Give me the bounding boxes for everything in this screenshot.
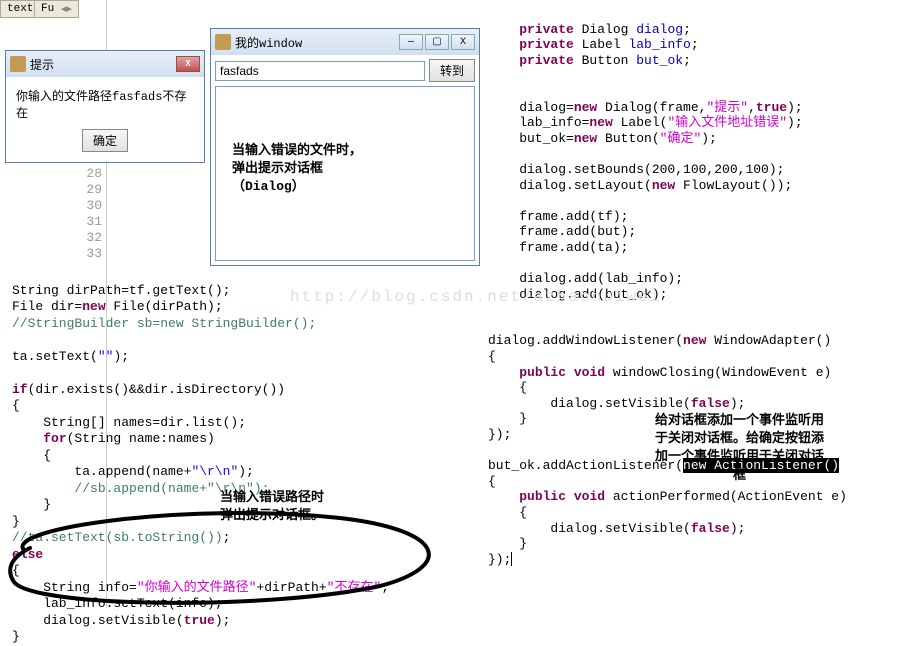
dialog-tips: 提示 X 你输入的文件路径fasfads不存在 确定 bbox=[5, 50, 205, 163]
path-input[interactable] bbox=[215, 61, 425, 81]
close-icon[interactable]: X bbox=[176, 56, 200, 72]
close-icon[interactable]: X bbox=[451, 34, 475, 50]
dialog-message: 你输入的文件路径fasfads不存在 bbox=[16, 87, 194, 121]
annotation-listener: 给对话框添加一个事件监听用 于关闭对话框。给确定按钮添 加一个事件监听用于关闭对… bbox=[655, 412, 824, 485]
annotation-else: 当输入错误路径时 弹出提示对话框。 bbox=[220, 489, 324, 525]
java-icon bbox=[10, 56, 26, 72]
tab-fu[interactable]: Fu ◂▸ bbox=[34, 0, 79, 18]
maximize-icon[interactable]: ▢ bbox=[425, 34, 449, 50]
minimize-icon[interactable]: — bbox=[399, 34, 423, 50]
ok-button[interactable]: 确定 bbox=[82, 129, 128, 152]
window-title: 我的window bbox=[235, 34, 399, 51]
annotation-dialog: 当输入错误的文件时， 弹出提示对话框 （Dialog） bbox=[232, 142, 362, 197]
dialog-title: 提示 bbox=[30, 56, 176, 73]
java-icon bbox=[215, 34, 231, 50]
code-left: String dirPath=tf.getText(); File dir=ne… bbox=[12, 266, 389, 646]
goto-button[interactable]: 转到 bbox=[429, 59, 475, 82]
text-cursor bbox=[511, 552, 512, 566]
